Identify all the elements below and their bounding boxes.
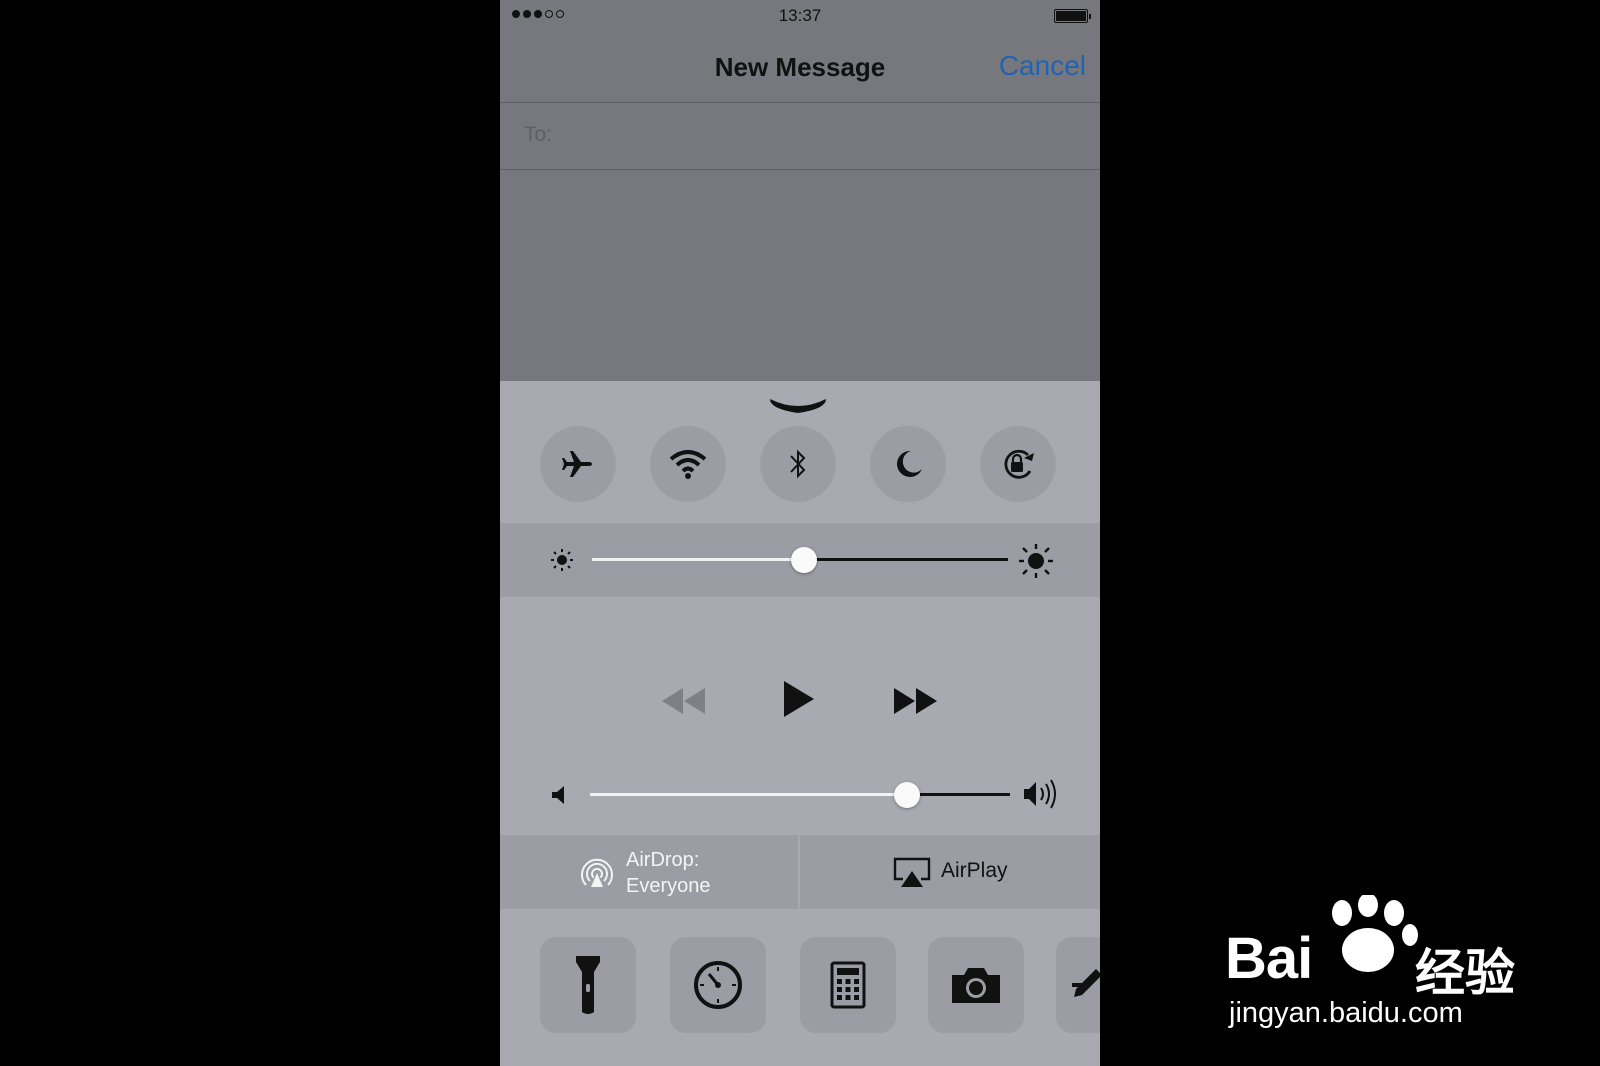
- airdrop-label-line2: Everyone: [626, 875, 711, 897]
- airdrop-button[interactable]: AirDrop: Everyone: [500, 835, 798, 909]
- timer-icon: [694, 961, 742, 1009]
- grabber-chevron-icon[interactable]: [768, 393, 828, 417]
- camera-icon: [952, 968, 1000, 1003]
- brightness-knob[interactable]: [791, 547, 818, 573]
- volume-knob[interactable]: [894, 782, 921, 808]
- phone-screen: 13:37 New Message Cancel To: AirDrop: Ev…: [500, 0, 1100, 1066]
- flashlight-button[interactable]: [540, 937, 636, 1033]
- fast-forward-icon: [894, 688, 937, 714]
- battery-icon: [1054, 9, 1091, 23]
- play-icon: [784, 681, 814, 717]
- play-button[interactable]: [780, 679, 816, 719]
- moon-icon: [897, 450, 922, 477]
- airdrop-icon: [581, 858, 613, 887]
- calculator-icon: [830, 961, 866, 1009]
- rotation-lock-icon: [1004, 449, 1034, 479]
- watermark-url: jingyan.baidu.com: [1229, 997, 1463, 1029]
- airdrop-label-line1: AirDrop:: [626, 849, 700, 871]
- volume-low-icon: [550, 784, 572, 806]
- brightness-high-icon: [1018, 543, 1054, 579]
- baidu-watermark: Bai 经验 jingyan.baidu.com: [1225, 895, 1525, 1035]
- rewind-button[interactable]: [660, 686, 706, 716]
- recipient-field[interactable]: To:: [500, 103, 1100, 170]
- volume-slider[interactable]: [590, 782, 1010, 808]
- edit-icon: [1072, 969, 1100, 997]
- bluetooth-toggle[interactable]: [760, 426, 836, 502]
- to-label: To:: [524, 123, 553, 146]
- camera-button[interactable]: [928, 937, 1024, 1033]
- rewind-icon: [662, 688, 705, 714]
- toggle-row: [500, 426, 1100, 510]
- watermark-brand-cn: 经验: [1415, 945, 1515, 1001]
- flashlight-icon: [576, 956, 600, 1014]
- cancel-button[interactable]: Cancel: [999, 50, 1086, 82]
- airplane-mode-toggle[interactable]: [540, 426, 616, 502]
- brightness-slider[interactable]: [592, 547, 1008, 573]
- airplay-icon: [893, 857, 931, 887]
- wifi-icon: [669, 450, 707, 479]
- airplane-icon: [562, 451, 592, 477]
- calculator-button[interactable]: [800, 937, 896, 1033]
- share-row: AirDrop: Everyone AirPlay: [500, 835, 1100, 909]
- timer-button[interactable]: [670, 937, 766, 1033]
- fast-forward-button[interactable]: [893, 686, 939, 716]
- rotation-lock-toggle[interactable]: [980, 426, 1056, 502]
- airdrop-label: AirDrop: Everyone: [626, 847, 711, 899]
- volume-fill: [590, 793, 908, 796]
- brightness-low-icon: [550, 548, 574, 572]
- status-bar: 13:37: [500, 0, 1100, 34]
- airplay-label: AirPlay: [941, 859, 1008, 882]
- navigation-bar: New Message Cancel: [500, 34, 1100, 103]
- edit-button[interactable]: [1056, 937, 1100, 1033]
- do-not-disturb-toggle[interactable]: [870, 426, 946, 502]
- wifi-toggle[interactable]: [650, 426, 726, 502]
- watermark-brand: Bai: [1225, 926, 1313, 991]
- volume-high-icon: [1022, 778, 1058, 810]
- status-time: 13:37: [778, 6, 822, 25]
- bluetooth-icon: [790, 449, 806, 479]
- brightness-section: [500, 523, 1100, 597]
- baidu-paw-icon: [1332, 895, 1418, 972]
- brightness-fill: [592, 558, 805, 561]
